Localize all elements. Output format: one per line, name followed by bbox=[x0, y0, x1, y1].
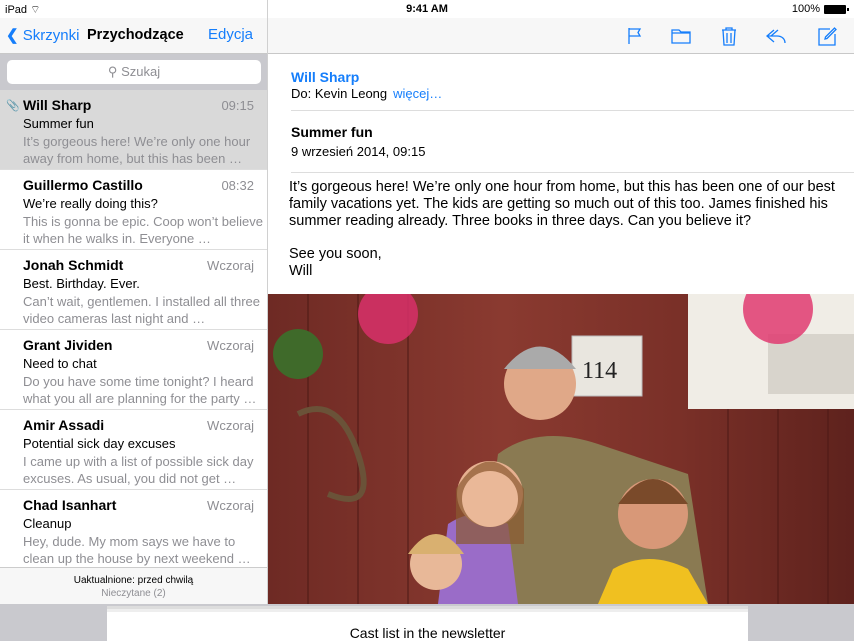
message-time: Wczoraj bbox=[207, 258, 254, 273]
message-from: Will Sharp bbox=[23, 97, 92, 113]
mailbox-pane: ❮ Skrzynki Przychodzące Edycja ⚲ Szukaj … bbox=[0, 0, 268, 604]
message-preview: It’s gorgeous here! We’re only one hour … bbox=[23, 134, 251, 166]
message-body: It’s gorgeous here! We’re only one hour … bbox=[289, 179, 835, 229]
attachment-icon: 📎 bbox=[6, 100, 20, 112]
clock: 9:41 AM bbox=[406, 3, 448, 15]
message-closing: See you soon, Will bbox=[289, 246, 382, 280]
message-subject: Summer fun bbox=[23, 116, 94, 131]
message-preview: Can’t wait, gentlemen. I installed all t… bbox=[23, 294, 261, 326]
search-placeholder: Szukaj bbox=[121, 64, 161, 79]
family-photo-illustration: 114 bbox=[273, 294, 854, 604]
search-input[interactable]: ⚲ Szukaj bbox=[7, 60, 261, 84]
unread-filter[interactable]: Nieczytane (2) bbox=[0, 588, 267, 599]
message-toolbar bbox=[268, 18, 854, 54]
attached-photo[interactable]: 114 bbox=[268, 294, 854, 604]
minimized-draft[interactable]: Cast list in the newsletter bbox=[107, 612, 748, 641]
search-icon: ⚲ bbox=[107, 64, 118, 79]
compose-icon bbox=[818, 27, 837, 46]
flag-button[interactable] bbox=[622, 24, 646, 48]
message-list-item[interactable]: Grant Jividen Wczoraj Need to chat Do yo… bbox=[0, 330, 267, 410]
message-from: Guillermo Castillo bbox=[23, 177, 143, 193]
mailbox-title: Przychodzące bbox=[87, 27, 184, 43]
message-subject: We’re really doing this? bbox=[23, 196, 158, 211]
recipient-name[interactable]: Kevin Leong bbox=[315, 86, 387, 101]
message-list-item[interactable]: Guillermo Castillo 08:32 We’re really do… bbox=[0, 170, 267, 250]
to-label: Do: bbox=[291, 86, 312, 101]
message-from: Jonah Schmidt bbox=[23, 257, 124, 273]
move-folder-button[interactable] bbox=[669, 24, 693, 48]
message-time: 08:32 bbox=[221, 178, 254, 193]
folder-icon bbox=[671, 29, 691, 44]
message-list-item[interactable]: Amir Assadi Wczoraj Potential sick day e… bbox=[0, 410, 267, 490]
message-subject: Need to chat bbox=[23, 356, 97, 371]
reply-icon bbox=[766, 29, 786, 44]
recipient-line: Do: Kevin Leong więcej… bbox=[291, 86, 442, 101]
mailbox-nav-bar: ❮ Skrzynki Przychodzące Edycja bbox=[0, 18, 267, 54]
draft-subject: Cast list in the newsletter bbox=[349, 625, 506, 641]
message-subject: Cleanup bbox=[23, 516, 72, 531]
message-preview: I came up with a list of possible sick d… bbox=[23, 454, 254, 486]
updated-status: Uaktualnione: przed chwilą bbox=[73, 575, 194, 586]
edit-button[interactable]: Edycja bbox=[208, 26, 253, 43]
message-preview: Do you have some time tonight? I heard w… bbox=[23, 374, 257, 406]
message-subject: Summer fun bbox=[291, 124, 373, 140]
status-bar: iPad ⌔ 9:41 AM 100% bbox=[0, 0, 854, 18]
message-time: Wczoraj bbox=[207, 338, 254, 353]
divider bbox=[291, 172, 854, 173]
message-from: Chad Isanhart bbox=[23, 497, 117, 513]
sender-name[interactable]: Will Sharp bbox=[291, 69, 359, 85]
compose-button[interactable] bbox=[815, 24, 839, 48]
chevron-left-icon: ❮ bbox=[6, 27, 19, 44]
trash-button[interactable] bbox=[717, 24, 741, 48]
battery-icon bbox=[824, 4, 849, 14]
divider bbox=[291, 110, 854, 111]
message-subject: Potential sick day excuses bbox=[23, 436, 176, 451]
message-subject: Best. Birthday. Ever. bbox=[23, 276, 140, 291]
message-date: 9 wrzesień 2014, 09:15 bbox=[291, 144, 426, 159]
message-list-item[interactable]: 📎 Will Sharp 09:15 Summer fun It’s gorgeo… bbox=[0, 90, 267, 170]
reply-button[interactable] bbox=[764, 24, 788, 48]
house-number: 114 bbox=[582, 358, 617, 384]
back-label: Skrzynki bbox=[22, 27, 80, 44]
message-preview: This is gonna be epic. Coop won’t believ… bbox=[23, 214, 263, 246]
message-list-item[interactable]: Jonah Schmidt Wczoraj Best. Birthday. Ev… bbox=[0, 250, 267, 330]
message-from: Amir Assadi bbox=[23, 417, 105, 433]
search-bar: ⚲ Szukaj bbox=[0, 54, 267, 90]
signature: Will bbox=[289, 263, 313, 279]
back-button[interactable]: ❮ Skrzynki bbox=[6, 26, 79, 44]
message-pane: Will Sharp Do: Kevin Leong więcej… Summer… bbox=[268, 0, 854, 604]
more-recipients-link[interactable]: więcej… bbox=[393, 86, 442, 101]
message-time: 09:15 bbox=[221, 98, 254, 113]
message-time: Wczoraj bbox=[207, 418, 254, 433]
battery-percent: 100% bbox=[791, 3, 820, 15]
closing-line: See you soon, bbox=[289, 246, 382, 262]
message-preview: Hey, dude. My mom says we have to clean … bbox=[23, 534, 251, 566]
mailbox-footer: Uaktualnione: przed chwilą Nieczytane (2… bbox=[0, 567, 267, 604]
message-list-item[interactable]: Chad Isanhart Wczoraj Cleanup Hey, dude.… bbox=[0, 490, 267, 570]
flag-icon bbox=[628, 28, 642, 44]
trash-icon bbox=[722, 27, 736, 46]
message-time: Wczoraj bbox=[207, 498, 254, 513]
message-from: Grant Jividen bbox=[23, 337, 113, 353]
